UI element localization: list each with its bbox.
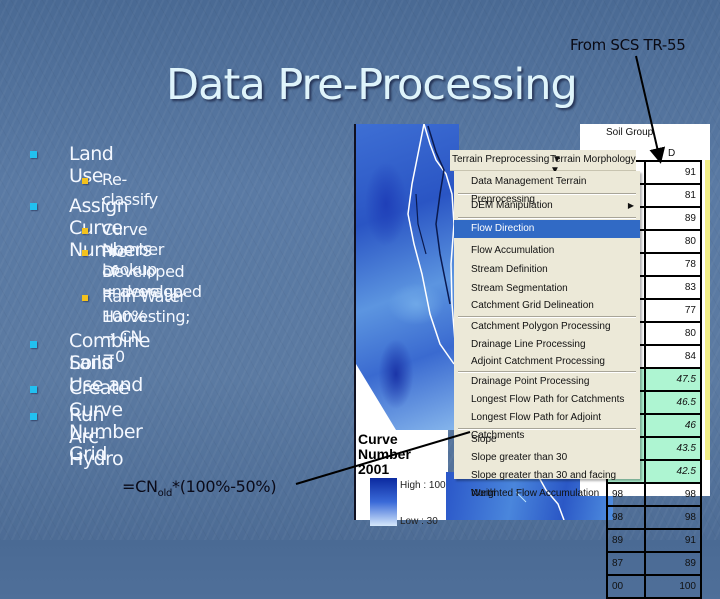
menu-item-data-management[interactable]: Data Management Terrain Preprocessing: [454, 173, 640, 205]
map-nodata-area: [356, 364, 396, 430]
legend-title-line2: 2001: [358, 461, 390, 477]
legend-title-line1: Curve Number: [358, 431, 411, 462]
menu-item-weighted-flow-accumulation[interactable]: Weighted Flow Accumulation: [454, 485, 640, 503]
cell-group-d: 46: [644, 413, 702, 438]
formula-prefix: =CN: [122, 477, 158, 496]
bullet-square-icon: [30, 386, 37, 393]
menu-item-dem-manipulation[interactable]: DEM Manipulation ▶: [454, 197, 640, 215]
menu-item-stream-segmentation[interactable]: Stream Segmentation: [454, 280, 640, 298]
bullet-square-icon: [30, 151, 37, 158]
menu-item-label: DEM Manipulation: [471, 200, 553, 211]
sub-bullet-square-icon: [82, 250, 88, 256]
cell-group-d: 46.5: [644, 390, 702, 415]
bullet-square-icon: [30, 413, 37, 420]
menu-item-stream-definition[interactable]: Stream Definition: [454, 261, 640, 279]
submenu-arrow-icon: ▶: [627, 201, 634, 210]
cell-group-d: 77: [644, 298, 702, 323]
arc-hydro-screenshot: Curve Number 2001 High : 100 Low : 30 So…: [354, 124, 710, 599]
formula-suffix: *(100%-50%): [172, 477, 277, 496]
menu-item-drainage-point[interactable]: Drainage Point Processing: [454, 373, 640, 391]
sub-bullet-square-icon: [82, 295, 88, 301]
menu-item-longest-flow-path[interactable]: Longest Flow Path for Catchments: [454, 391, 640, 409]
cell-group-d: 100: [644, 574, 702, 599]
table-row: 98 98: [606, 505, 702, 530]
cell-group-c: 98: [606, 505, 646, 530]
cell-group-d: 83: [644, 275, 702, 300]
menu-item-catchment-polygon[interactable]: Catchment Polygon Processing: [454, 318, 640, 336]
cell-group-d: 81: [644, 183, 702, 208]
menu-separator: [458, 193, 636, 195]
bullet-combine-cont: Soils: [69, 352, 111, 374]
cell-group-d: 91: [644, 160, 702, 185]
column-d-header: D: [668, 148, 676, 159]
cell-group-d: 91: [644, 528, 702, 553]
arc-hydro-toolbar: Terrain Preprocessing ▼ Terrain Morpholo…: [450, 150, 636, 176]
legend-title: Curve Number 2001: [358, 432, 448, 477]
curve-number-map: [354, 124, 459, 430]
menu-separator: [458, 217, 636, 219]
sub-bullet-square-icon: [82, 228, 88, 234]
cell-group-d: 89: [644, 206, 702, 231]
cell-group-d: 89: [644, 551, 702, 576]
cell-group-d: 80: [644, 321, 702, 346]
menu-terrain-preprocessing[interactable]: Terrain Preprocessing ▼: [452, 154, 562, 165]
terrain-preprocessing-menu: Data Management Terrain Preprocessing DE…: [454, 171, 640, 499]
cell-group-c: 00: [606, 574, 646, 599]
formula-subscript: old: [157, 488, 173, 500]
menu-item-flow-accumulation[interactable]: Flow Accumulation: [454, 242, 640, 260]
cell-group-d: 42.5: [644, 459, 702, 484]
table-row: 87 89: [606, 551, 702, 576]
cell-group-d: 98: [644, 482, 702, 507]
slide-title: Data Pre-Processing: [166, 60, 578, 110]
cn-formula: =CNold*(100%-50%): [122, 477, 277, 500]
cell-group-c: 87: [606, 551, 646, 576]
menu-item-slope[interactable]: Slope: [454, 431, 640, 449]
menu-item-longest-flow-path-adjoint[interactable]: Longest Flow Path for Adjoint Catchments: [454, 409, 640, 441]
legend-color-ramp: [370, 478, 397, 526]
menu-item-adjoint-catchment[interactable]: Adjoint Catchment Processing: [454, 353, 640, 371]
bullet-run-archydro: Run Arc-Hydro: [69, 404, 124, 470]
cell-group-d: 43.5: [644, 436, 702, 461]
menu-item-slope-30[interactable]: Slope greater than 30: [454, 449, 640, 467]
menu-item-flow-direction[interactable]: Flow Direction: [454, 220, 640, 238]
bullet-square-icon: [30, 341, 37, 348]
cell-group-c: 89: [606, 528, 646, 553]
table-row: 00 100: [606, 574, 702, 599]
menu-item-drainage-line[interactable]: Drainage Line Processing: [454, 336, 640, 354]
source-note: From SCS TR-55: [570, 36, 686, 54]
legend-high-label: High : 100: [400, 480, 446, 491]
table-row: 89 91: [606, 528, 702, 553]
sub-bullet-square-icon: [82, 178, 88, 184]
cell-group-d: 98: [644, 505, 702, 530]
cell-group-d: 80: [644, 229, 702, 254]
menu-item-slope-30-north[interactable]: Slope greater than 30 and facing North: [454, 467, 640, 499]
menu-separator: [458, 428, 636, 430]
legend-low-label: Low : 30: [400, 516, 438, 527]
bullet-square-icon: [30, 203, 37, 210]
soil-group-header: Soil Group: [606, 127, 654, 138]
menu-item-catchment-grid[interactable]: Catchment Grid Delineation: [454, 297, 640, 315]
cell-group-d: 78: [644, 252, 702, 277]
cell-group-d: 84: [644, 344, 702, 369]
cell-group-d: 47.5: [644, 367, 702, 392]
table-yellow-strip: [705, 160, 710, 460]
map-legend: Curve Number 2001 High : 100 Low : 30: [354, 430, 448, 527]
